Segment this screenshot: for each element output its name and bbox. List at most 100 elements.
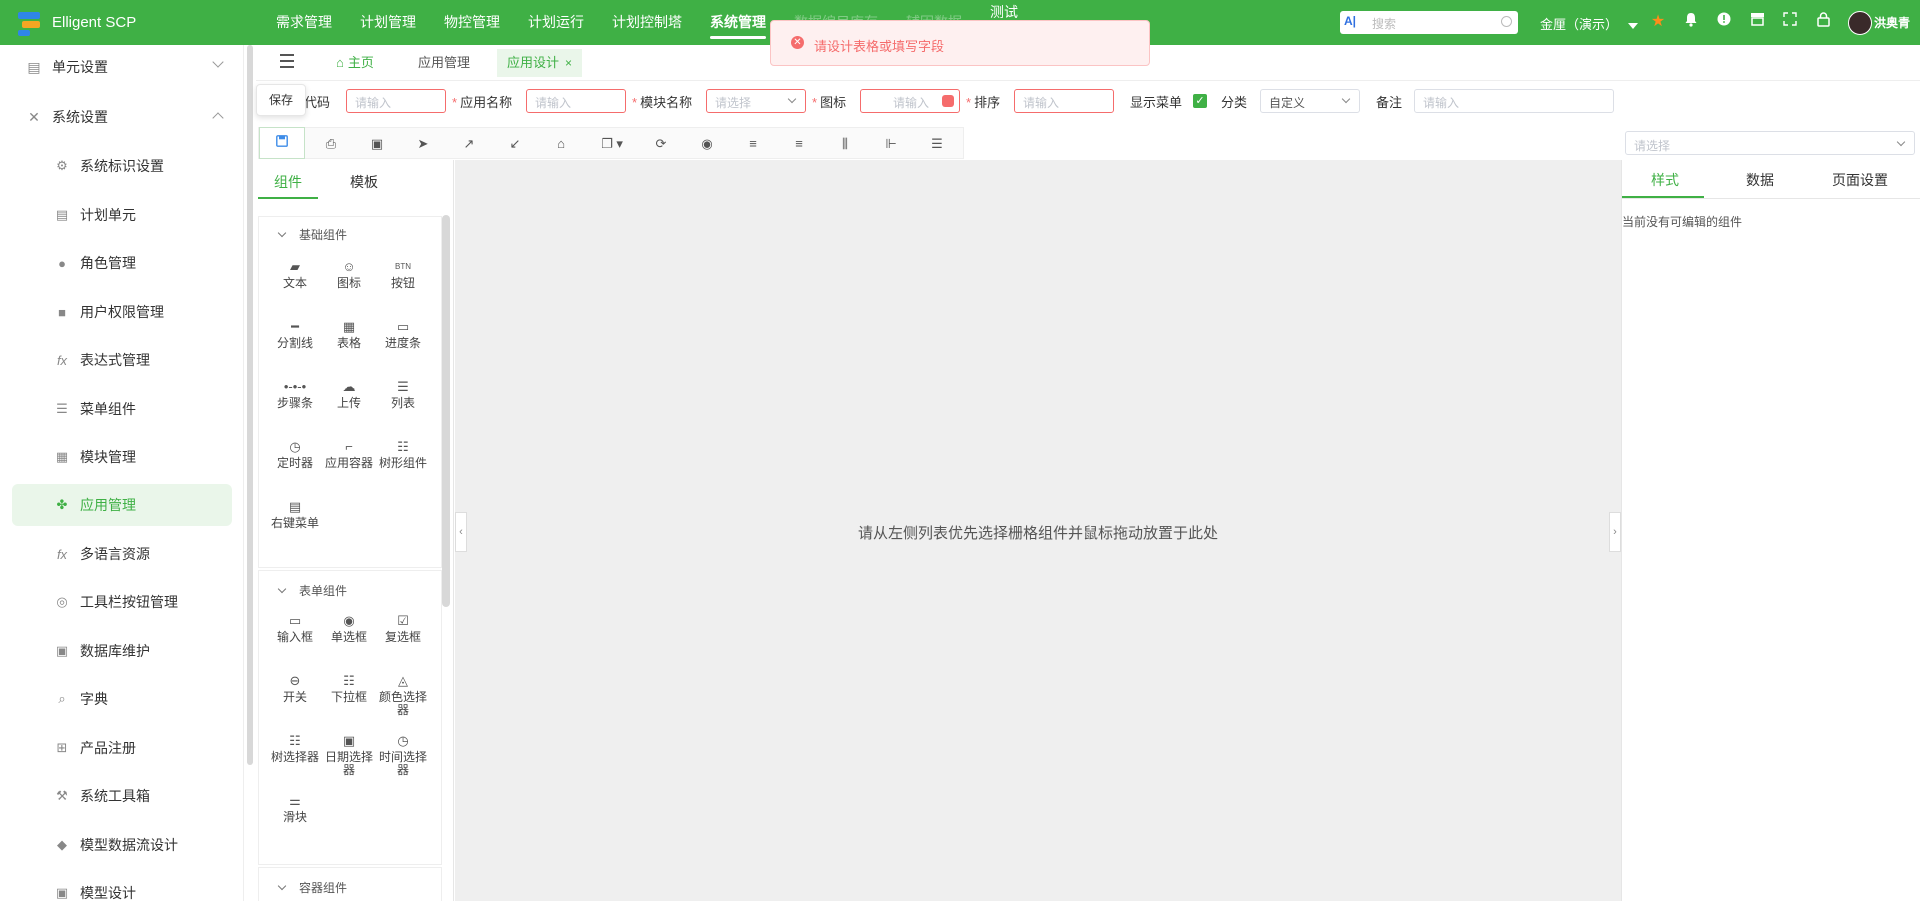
refresh-icon[interactable]: ⟳ (649, 132, 673, 156)
nav-item-system[interactable]: 系统管理 (696, 0, 780, 45)
search-icon[interactable] (1501, 16, 1512, 27)
nav-item-demand[interactable]: 需求管理 (262, 0, 346, 45)
sidebar-item-toolbar-buttons[interactable]: ◎ 工具栏按钮管理 (12, 581, 232, 623)
section-form[interactable]: 表单组件 (277, 582, 347, 599)
sidebar-item-model-design[interactable]: ▣ 模型设计 (12, 872, 232, 901)
collapse-left-handle[interactable]: ‹ (455, 512, 467, 552)
remark-field[interactable]: 请输入 (1414, 89, 1614, 113)
sidebar-item-i18n[interactable]: fx 多语言资源 (12, 533, 232, 575)
sidebar-item-permissions[interactable]: ■ 用户权限管理 (12, 291, 232, 333)
component-tree[interactable]: ☷ 树形组件 (375, 437, 431, 470)
sidebar-scrollbar[interactable] (247, 45, 253, 765)
category-select[interactable]: 自定义 (1260, 89, 1360, 113)
store-icon[interactable] (1747, 12, 1767, 32)
sidebar-item-app-management[interactable]: ✤ 应用管理 (12, 484, 232, 526)
align-center-vertical-icon[interactable]: ⊩ (879, 132, 903, 156)
component-divider[interactable]: ━ 分割线 (267, 317, 323, 350)
save-icon[interactable] (259, 127, 305, 159)
sidebar-item-plan-unit[interactable]: ▤ 计划单元 (12, 194, 232, 236)
component-input[interactable]: ▭ 输入框 (267, 611, 323, 644)
calendar-icon[interactable]: ▣ (365, 132, 389, 156)
tab-app-management[interactable]: 应用管理 (408, 49, 480, 77)
design-canvas[interactable]: 请从左侧列表优先选择栅格组件并鼠标拖动放置于此处 (455, 160, 1621, 901)
component-color-picker[interactable]: ◬ 颜色选择器 (375, 671, 431, 717)
component-table[interactable]: ▦ 表格 (321, 317, 377, 350)
bell-icon[interactable] (1681, 12, 1701, 32)
sidebar-item-roles[interactable]: ● 角色管理 (12, 242, 232, 284)
tab-app-design[interactable]: 应用设计 × (497, 49, 583, 77)
ai-icon[interactable]: A| (1344, 14, 1356, 28)
tenant-switcher[interactable]: 金厘（演示） (1540, 14, 1639, 33)
eye-icon[interactable]: ◉ (695, 132, 719, 156)
component-checkbox[interactable]: ☑ 复选框 (375, 611, 431, 644)
alert-icon[interactable] (1714, 12, 1734, 32)
sidebar-item-menu-components[interactable]: ☰ 菜单组件 (12, 388, 232, 430)
distribute-horizontal-icon[interactable]: ⫼ (833, 132, 857, 156)
show-menu-checkbox[interactable]: ✓ (1193, 94, 1207, 108)
eraser-icon[interactable]: ⌂ (549, 132, 573, 156)
nav-item-plan-run[interactable]: 计划运行 (514, 0, 598, 45)
icon-picker-icon[interactable] (942, 95, 954, 107)
sidebar-item-dictionary[interactable]: ⌕ 字典 (12, 678, 232, 720)
component-select[interactable]: ☷ 下拉框 (321, 671, 377, 704)
fullscreen-icon[interactable] (1780, 12, 1800, 32)
tab-components[interactable]: 组件 (274, 172, 302, 192)
component-time-picker[interactable]: ◷ 时间选择器 (375, 731, 431, 777)
tab-data[interactable]: 数据 (1746, 170, 1774, 190)
sidebar-item-database[interactable]: ▣ 数据库维护 (12, 630, 232, 672)
username[interactable]: 洪奥青 (1874, 14, 1910, 31)
sidebar-item-system-id[interactable]: ⚙ 系统标识设置 (12, 145, 232, 187)
copy-dropdown-icon[interactable]: ❐ ▾ (595, 132, 629, 156)
component-list[interactable]: ☰ 列表 (375, 377, 431, 410)
component-steps[interactable]: •-•-• 步骤条 (267, 377, 323, 410)
component-tree-select[interactable]: ☷ 树选择器 (267, 731, 323, 764)
component-upload[interactable]: ☁ 上传 (321, 377, 377, 410)
global-search[interactable]: A| 搜索 (1340, 11, 1518, 34)
component-switch[interactable]: ⊖ 开关 (267, 671, 323, 704)
component-radio[interactable]: ◉ 单选框 (321, 611, 377, 644)
nav-item-plan[interactable]: 计划管理 (346, 0, 430, 45)
sidebar-item-toolbox[interactable]: ⚒ 系统工具箱 (12, 775, 232, 817)
preview-icon[interactable]: ⎙ (319, 132, 343, 156)
align-left-icon[interactable]: ≡ (741, 132, 765, 156)
module-name-select[interactable]: 请选择 (706, 89, 806, 113)
sidebar-item-modules[interactable]: ▦ 模块管理 (12, 436, 232, 478)
menu-toggle-icon[interactable] (280, 54, 294, 72)
send-icon[interactable]: ➤ (411, 132, 435, 156)
avatar[interactable] (1848, 11, 1872, 35)
component-slider[interactable]: ⚌ 滑块 (267, 791, 323, 824)
tab-templates[interactable]: 模板 (350, 172, 378, 192)
component-context-menu[interactable]: ▤ 右键菜单 (267, 497, 323, 530)
icon-field[interactable]: 请输入 (860, 89, 960, 113)
sidebar-item-product-register[interactable]: ⊞ 产品注册 (12, 727, 232, 769)
sidebar-group-unit-settings[interactable]: ▤ 单元设置 (26, 52, 224, 82)
collapse-right-handle[interactable]: › (1609, 512, 1621, 552)
tab-home[interactable]: ⌂ 主页 (326, 49, 384, 77)
close-icon[interactable]: × (565, 56, 572, 70)
tab-page-settings[interactable]: 页面设置 (1832, 170, 1888, 190)
sort-field[interactable]: 请输入 (1014, 89, 1114, 113)
component-app-container[interactable]: ⌐ 应用容器 (321, 437, 377, 470)
component-progress[interactable]: ▭ 进度条 (375, 317, 431, 350)
section-container[interactable]: 容器组件 (277, 879, 347, 896)
align-right-icon[interactable]: ≡ (787, 132, 811, 156)
share-icon[interactable]: ↗ (457, 132, 481, 156)
component-date-picker[interactable]: ▣ 日期选择器 (321, 731, 377, 777)
component-icon[interactable]: ☺ 图标 (321, 257, 377, 290)
lock-icon[interactable] (1813, 12, 1833, 32)
sidebar-item-expressions[interactable]: fx 表达式管理 (12, 339, 232, 381)
section-basic[interactable]: 基础组件 (277, 226, 347, 243)
component-select[interactable]: 请选择 (1625, 131, 1915, 155)
nav-item-material[interactable]: 物控管理 (430, 0, 514, 45)
app-name-field[interactable]: 请输入 (526, 89, 626, 113)
star-icon[interactable]: ★ (1648, 12, 1668, 32)
component-timer[interactable]: ◷ 定时器 (267, 437, 323, 470)
component-button[interactable]: BTN 按钮 (375, 257, 431, 290)
code-field[interactable]: 请输入 (346, 89, 446, 113)
component-text[interactable]: ▰ 文本 (267, 257, 323, 290)
import-icon[interactable]: ↙ (503, 132, 527, 156)
tab-style[interactable]: 样式 (1651, 170, 1679, 190)
nav-item-control-tower[interactable]: 计划控制塔 (598, 0, 696, 45)
sidebar-group-system-settings[interactable]: ✕ 系统设置 (26, 102, 224, 132)
palette-scrollbar[interactable] (442, 215, 450, 607)
